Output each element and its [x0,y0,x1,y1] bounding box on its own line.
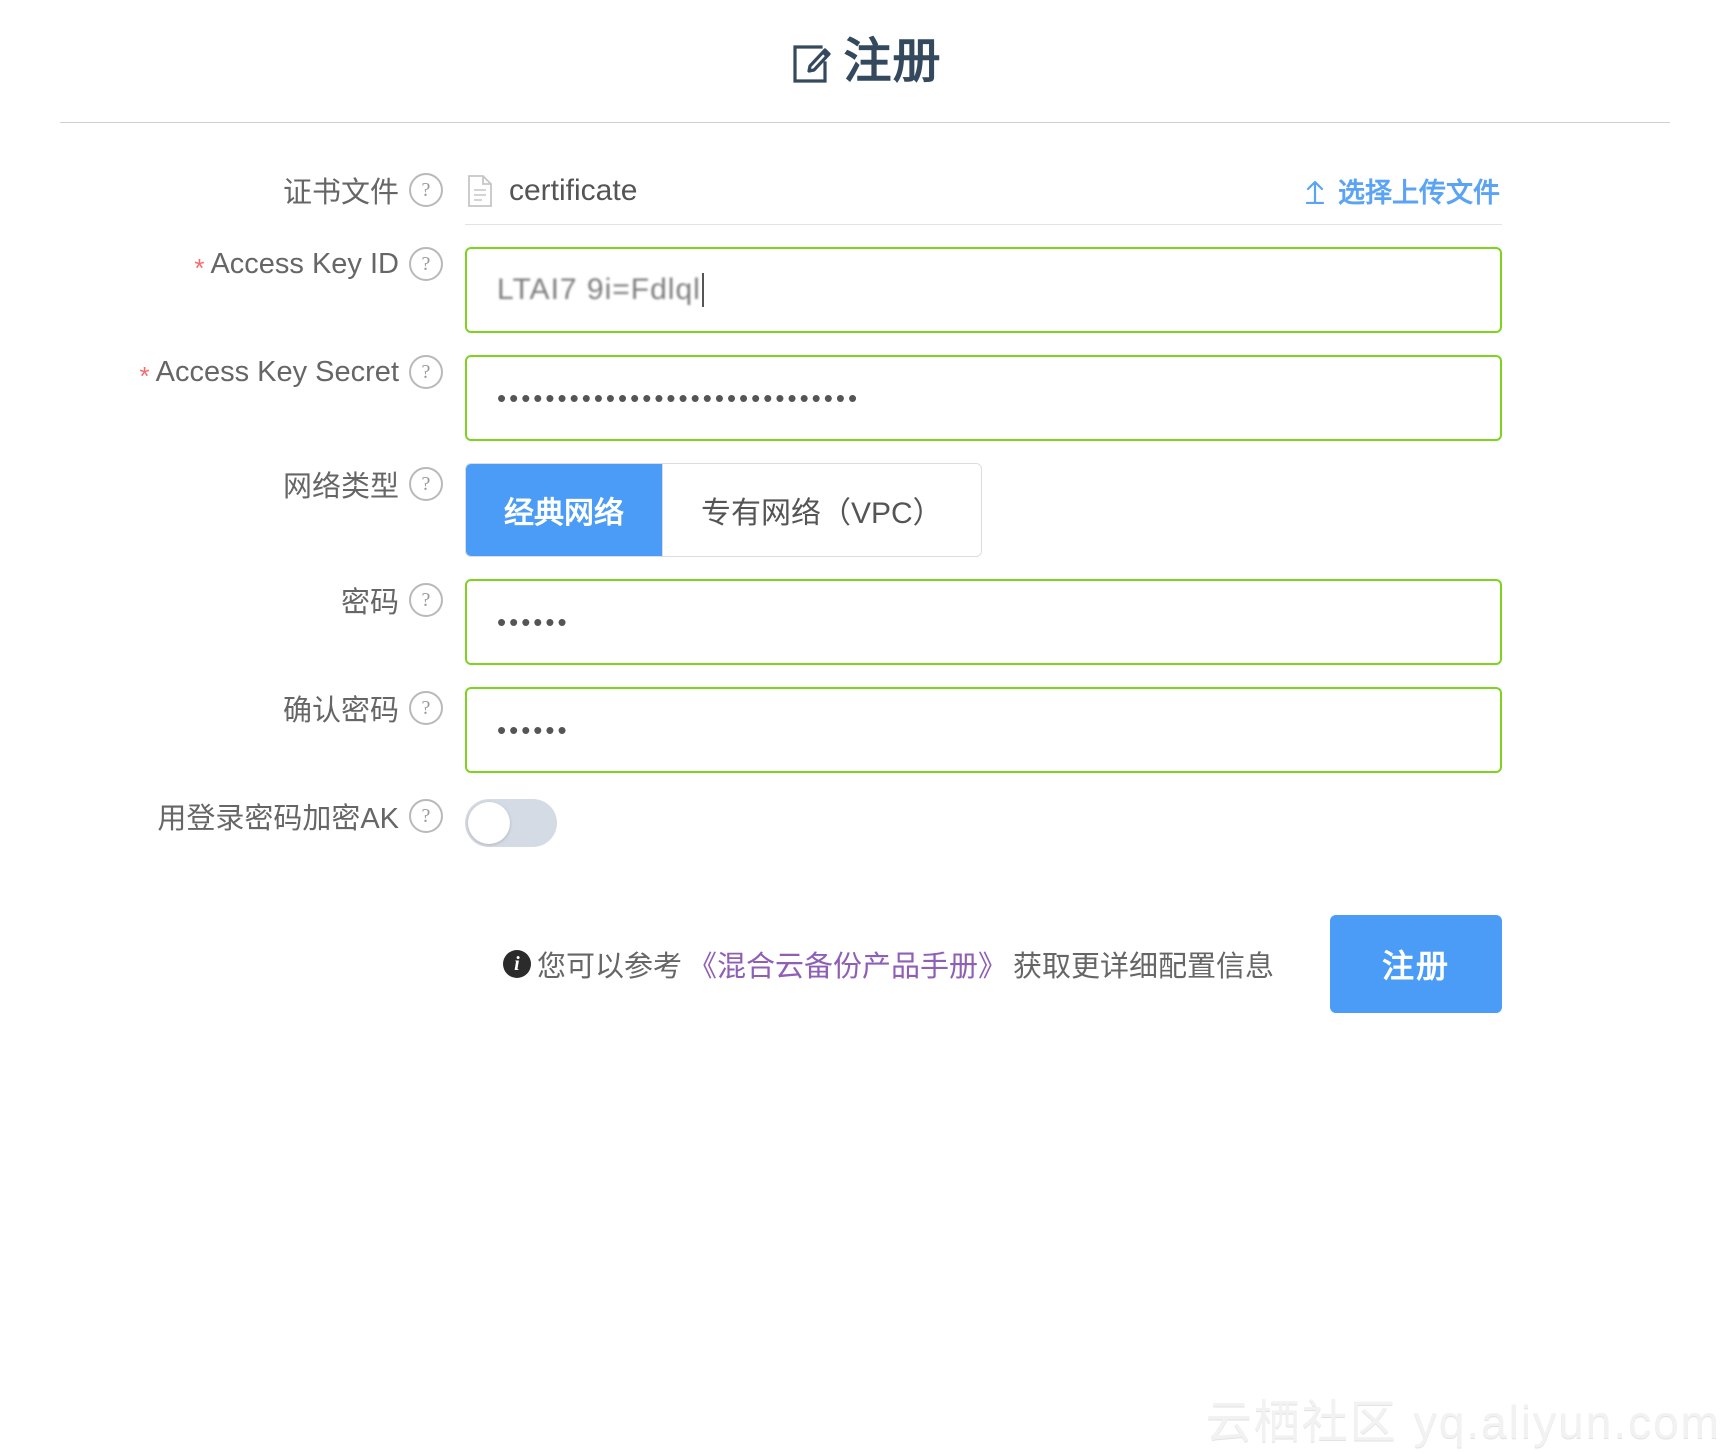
registration-form: 证书文件 ? certificate [0,169,1729,849]
watermark-cn: 云栖社区 [1206,1396,1398,1448]
required-asterisk-access-key-secret: * [140,361,150,392]
label-access-key-id: * Access Key ID ? [0,247,465,281]
footer-note: i 您可以参考 《混合云备份产品手册》 获取更详细配置信息 [503,943,1274,985]
access-key-id-input[interactable]: LTAI7 9i=Fdlql [465,247,1502,333]
password-value: •••••• [497,609,570,635]
edit-square-icon [787,41,833,87]
label-network-type-text: 网络类型 [283,463,399,505]
access-key-secret-value: •••••••••••••••••••••••••••••• [497,385,860,411]
footer-note-suffix: 获取更详细配置信息 [1013,943,1274,985]
network-type-segmented-control: 经典网络 专有网络（VPC） [465,463,982,557]
label-access-key-secret: * Access Key Secret ? [0,355,465,389]
label-access-key-secret-text: Access Key Secret [156,356,399,389]
footer-note-prefix: 您可以参考 [537,943,682,985]
help-icon-certificate[interactable]: ? [409,173,443,207]
confirm-password-value: •••••• [497,717,570,743]
title-wrap: 注册 [787,38,941,86]
help-icon-encrypt-ak[interactable]: ? [409,799,443,833]
help-icon-network-type[interactable]: ? [409,467,443,501]
required-asterisk-access-key-id: * [194,253,204,284]
form-row-confirm-password: 确认密码 ? •••••• [0,687,1729,773]
select-upload-file-label: 选择上传文件 [1338,171,1500,210]
label-confirm-password: 确认密码 ? [0,687,465,729]
control-certificate: certificate 选择上传文件 [465,169,1729,225]
help-icon-confirm-password[interactable]: ? [409,691,443,725]
certificate-file-info: certificate [467,174,637,208]
select-upload-file-button[interactable]: 选择上传文件 [1304,171,1500,210]
info-icon: i [503,950,531,978]
help-icon-access-key-secret[interactable]: ? [409,355,443,389]
text-caret [702,273,704,307]
watermark-url: yq.aliyun.com [1414,1396,1721,1448]
control-network-type: 经典网络 专有网络（VPC） [465,463,1729,557]
help-icon-password[interactable]: ? [409,583,443,617]
document-icon [467,175,493,207]
header-divider [60,122,1670,123]
certificate-file-row: certificate 选择上传文件 [465,169,1502,225]
network-type-option-vpc[interactable]: 专有网络（VPC） [662,464,981,556]
page-title: 注册 [843,38,941,86]
product-manual-link[interactable]: 《混合云备份产品手册》 [688,943,1007,985]
network-type-option-classic[interactable]: 经典网络 [466,464,662,556]
control-encrypt-ak [465,795,1729,849]
label-certificate: 证书文件 ? [0,169,465,211]
label-password-text: 密码 [341,579,399,621]
control-confirm-password: •••••• [465,687,1729,773]
access-key-secret-input[interactable]: •••••••••••••••••••••••••••••• [465,355,1502,441]
toggle-knob [468,802,510,844]
page-header: 注册 [0,0,1729,123]
access-key-id-value: LTAI7 9i=Fdlql [497,273,701,307]
encrypt-ak-toggle[interactable] [465,799,557,847]
help-icon-access-key-id[interactable]: ? [409,247,443,281]
certificate-file-name: certificate [509,174,637,208]
label-access-key-id-text: Access Key ID [210,248,399,281]
watermark: 云栖社区 yq.aliyun.com [1206,1386,1721,1452]
register-submit-button[interactable]: 注册 [1330,915,1502,1013]
confirm-password-input[interactable]: •••••• [465,687,1502,773]
control-password: •••••• [465,579,1729,665]
label-password: 密码 ? [0,579,465,621]
label-encrypt-ak: 用登录密码加密AK ? [0,795,465,837]
label-confirm-password-text: 确认密码 [283,687,399,729]
form-row-password: 密码 ? •••••• [0,579,1729,665]
form-row-access-key-secret: * Access Key Secret ? ••••••••••••••••••… [0,355,1729,441]
upload-arrow-icon [1304,178,1326,204]
form-footer: i 您可以参考 《混合云备份产品手册》 获取更详细配置信息 注册 [0,915,1729,1013]
form-row-access-key-id: * Access Key ID ? LTAI7 9i=Fdlql [0,247,1729,333]
password-input[interactable]: •••••• [465,579,1502,665]
control-access-key-secret: •••••••••••••••••••••••••••••• [465,355,1729,441]
label-certificate-text: 证书文件 [283,169,399,211]
label-encrypt-ak-text: 用登录密码加密AK [157,795,399,837]
label-network-type: 网络类型 ? [0,463,465,505]
form-row-network-type: 网络类型 ? 经典网络 专有网络（VPC） [0,463,1729,557]
form-row-certificate: 证书文件 ? certificate [0,169,1729,225]
control-access-key-id: LTAI7 9i=Fdlql [465,247,1729,333]
form-row-encrypt-ak: 用登录密码加密AK ? [0,795,1729,849]
